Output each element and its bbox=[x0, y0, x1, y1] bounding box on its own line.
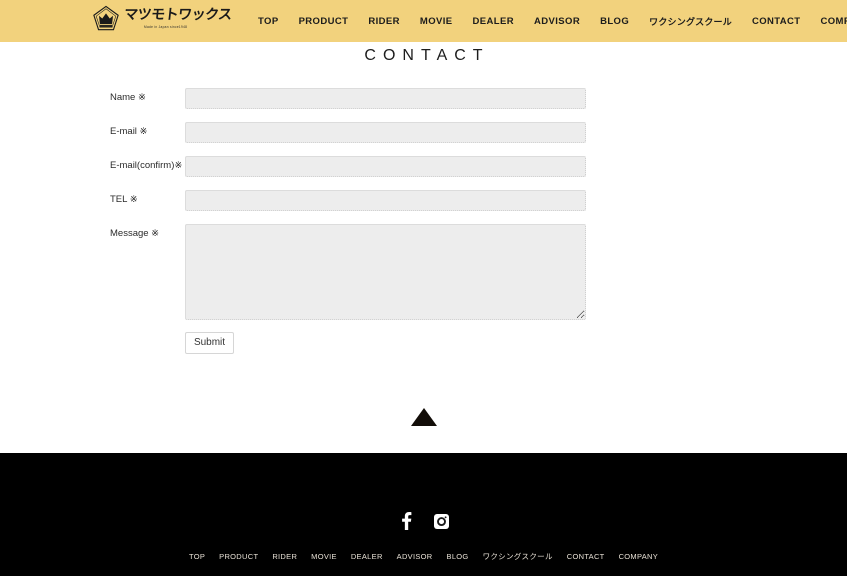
email-input[interactable] bbox=[185, 122, 586, 143]
label-tel: TEL ※ bbox=[110, 194, 138, 205]
footer-nav: TOP PRODUCT RIDER MOVIE DEALER ADVISOR BLOG ワクシ… bbox=[0, 551, 847, 562]
nav-item-[interactable]: ワクシングスクール bbox=[639, 15, 742, 28]
nav-item-contact[interactable]: CONTACT bbox=[742, 16, 811, 27]
field-email-wrap bbox=[185, 122, 586, 143]
footer-nav-item-top[interactable]: TOP bbox=[182, 552, 212, 561]
name-input[interactable] bbox=[185, 88, 586, 109]
submit-button[interactable]: Submit bbox=[185, 332, 234, 354]
contact-page: マツモトワックス Made in Japan since1948 TOP PROD… bbox=[0, 0, 847, 576]
field-tel-wrap bbox=[185, 190, 586, 211]
tel-input[interactable] bbox=[185, 190, 586, 211]
email-confirm-input[interactable] bbox=[185, 156, 586, 177]
label-name: Name ※ bbox=[110, 92, 146, 103]
footer-nav-item-dealer[interactable]: DEALER bbox=[344, 552, 390, 561]
page-title: CONTACT bbox=[364, 47, 490, 64]
form-row-name: Name ※ bbox=[0, 88, 847, 109]
footer-nav-item-company[interactable]: COMPANY bbox=[612, 552, 665, 561]
field-name-wrap bbox=[185, 88, 586, 109]
label-submit-spacer bbox=[0, 332, 185, 335]
field-email-confirm-wrap bbox=[185, 156, 586, 177]
instagram-icon[interactable] bbox=[434, 513, 449, 529]
form-row-message: Message ※ bbox=[0, 224, 847, 320]
footer-nav-item-contact[interactable]: CONTACT bbox=[560, 552, 612, 561]
nav-item-movie[interactable]: MOVIE bbox=[410, 16, 463, 27]
nav-item-dealer[interactable]: DEALER bbox=[463, 16, 524, 27]
label-email: E-mail ※ bbox=[110, 126, 148, 137]
footer-nav-item-movie[interactable]: MOVIE bbox=[304, 552, 344, 561]
nav-item-company[interactable]: COMPANY bbox=[811, 16, 847, 27]
label-email-confirm: E-mail(confirm)※ bbox=[110, 160, 183, 171]
social-links bbox=[0, 512, 847, 530]
footer-nav-item-rider[interactable]: RIDER bbox=[265, 552, 304, 561]
form-row-submit: Submit bbox=[0, 332, 847, 354]
nav-item-advisor[interactable]: ADVISOR bbox=[524, 16, 590, 27]
main-content: CONTACT Name ※ E-mail ※ E-mail(confirm)※ bbox=[0, 42, 847, 453]
contact-form: Name ※ E-mail ※ E-mail(confirm)※ TEL ※ M… bbox=[0, 88, 847, 354]
logo-tagline: Made in Japan since1948 bbox=[144, 25, 188, 29]
scroll-to-top-button[interactable] bbox=[0, 408, 847, 426]
label-message: Message ※ bbox=[110, 228, 160, 239]
logo-brand-name: マツモトワックス bbox=[123, 7, 233, 23]
site-header: マツモトワックス Made in Japan since1948 TOP PROD… bbox=[0, 0, 847, 42]
crown-pentagon-emblem-icon bbox=[93, 5, 119, 31]
nav-item-rider[interactable]: RIDER bbox=[358, 16, 410, 27]
submit-wrap: Submit bbox=[185, 332, 234, 354]
triangle-up-icon bbox=[410, 408, 437, 426]
footer-nav-item-advisor[interactable]: ADVISOR bbox=[390, 552, 440, 561]
primary-nav: TOP PRODUCT RIDER MOVIE DEALER ADVISOR BLOG ワクシ… bbox=[248, 0, 847, 42]
site-logo[interactable]: マツモトワックス Made in Japan since1948 bbox=[92, 4, 232, 38]
field-message-wrap bbox=[185, 224, 586, 320]
footer-nav-item-7[interactable]: ワクシングスクール bbox=[476, 551, 560, 562]
logo-text: マツモトワックス Made in Japan since1948 bbox=[123, 4, 233, 30]
message-textarea[interactable] bbox=[185, 224, 586, 320]
form-row-email-confirm: E-mail(confirm)※ bbox=[0, 156, 847, 177]
footer-nav-item-blog[interactable]: BLOG bbox=[440, 552, 476, 561]
nav-item-top[interactable]: TOP bbox=[248, 16, 289, 27]
footer-nav-item-product[interactable]: PRODUCT bbox=[212, 552, 265, 561]
nav-item-blog[interactable]: BLOG bbox=[590, 16, 639, 27]
nav-item-product[interactable]: PRODUCT bbox=[289, 16, 359, 27]
form-row-tel: TEL ※ bbox=[0, 190, 847, 211]
form-row-email: E-mail ※ bbox=[0, 122, 847, 143]
facebook-icon[interactable] bbox=[398, 512, 414, 530]
